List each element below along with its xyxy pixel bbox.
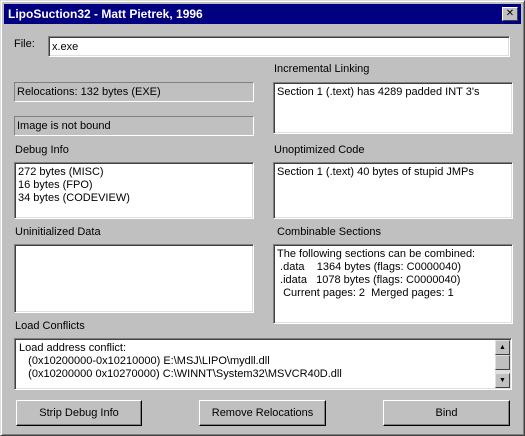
incremental-linking-label: Incremental Linking	[274, 63, 370, 75]
close-icon[interactable]: ✕	[502, 7, 518, 21]
combinable-sections-text: The following sections can be combined: …	[277, 248, 476, 299]
incremental-linking-box[interactable]: Section 1 (.text) has 4289 padded INT 3'…	[273, 82, 513, 134]
incremental-linking-text: Section 1 (.text) has 4289 padded INT 3'…	[277, 86, 480, 98]
file-field[interactable]: x.exe	[48, 36, 510, 57]
strip-debug-info-button[interactable]: Strip Debug Info	[16, 400, 142, 426]
debug-info-box[interactable]: 272 bytes (MISC) 16 bytes (FPO) 34 bytes…	[14, 162, 254, 219]
load-conflicts-scrollbar[interactable]: ▲ ▼	[495, 340, 510, 388]
combinable-sections-label: Combinable Sections	[277, 226, 381, 238]
remove-relocations-button[interactable]: Remove Relocations	[199, 400, 326, 426]
unoptimized-code-text: Section 1 (.text) 40 bytes of stupid JMP…	[277, 166, 474, 178]
uninitialized-data-box[interactable]	[14, 244, 254, 313]
window-title: LipoSuction32 - Matt Pietrek, 1996	[8, 7, 203, 21]
uninitialized-data-text	[15, 245, 253, 248]
debug-info-label: Debug Info	[15, 144, 69, 156]
relocations-status: Relocations: 132 bytes (EXE)	[14, 82, 254, 102]
bind-button[interactable]: Bind	[383, 400, 510, 426]
load-conflicts-label: Load Conflicts	[15, 320, 85, 332]
debug-info-text: 272 bytes (MISC) 16 bytes (FPO) 34 bytes…	[18, 166, 130, 204]
scroll-thumb[interactable]	[495, 355, 510, 370]
main-window: LipoSuction32 - Matt Pietrek, 1996 ✕ Fil…	[0, 0, 525, 436]
unoptimized-code-box[interactable]: Section 1 (.text) 40 bytes of stupid JMP…	[273, 162, 513, 219]
load-conflicts-box[interactable]: Load address conflict: (0x10200000-0x102…	[14, 338, 512, 390]
title-bar[interactable]: LipoSuction32 - Matt Pietrek, 1996 ✕	[4, 4, 521, 24]
file-label: File:	[14, 38, 35, 50]
uninitialized-data-label: Uninitialized Data	[15, 226, 101, 238]
arrow-up-icon[interactable]: ▲	[495, 340, 510, 355]
unoptimized-code-label: Unoptimized Code	[274, 144, 365, 156]
combinable-sections-box[interactable]: The following sections can be combined: …	[273, 244, 513, 324]
binding-status: Image is not bound	[14, 116, 254, 136]
arrow-down-icon[interactable]: ▼	[495, 373, 510, 388]
load-conflicts-text: Load address conflict: (0x10200000-0x102…	[19, 342, 342, 380]
file-field-value: x.exe	[52, 41, 79, 53]
